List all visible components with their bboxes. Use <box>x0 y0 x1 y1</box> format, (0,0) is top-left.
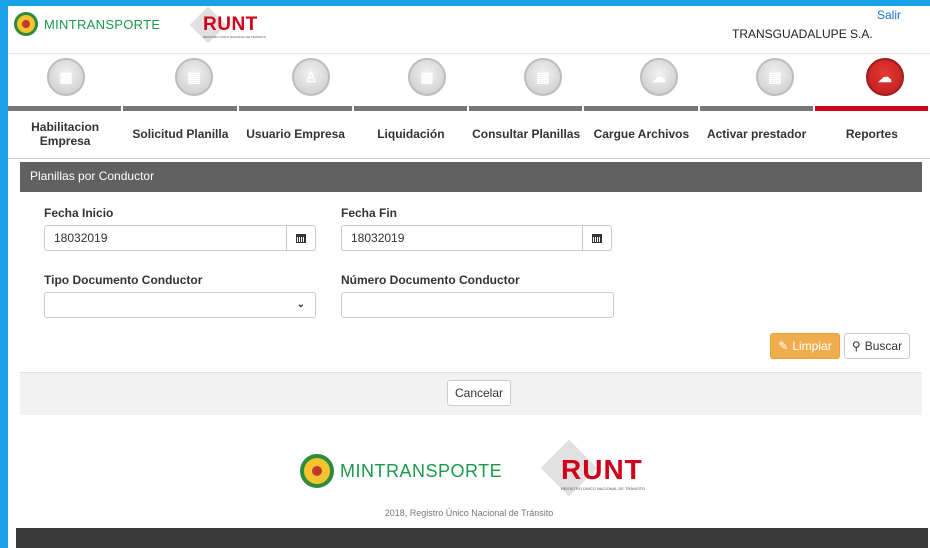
mintransporte-logo: MINTRANSPORTE <box>14 12 160 36</box>
fecha-fin-input[interactable]: 18032019 <box>341 225 586 251</box>
company-name: TRANSGUADALUPE S.A. <box>732 27 873 41</box>
numero-documento-label: Número Documento Conductor <box>341 273 520 287</box>
calculator-icon[interactable]: ▦ <box>408 58 446 96</box>
footer-runt-logo: RUNT REGISTRO ÚNICO NACIONAL DE TRÁNSITO <box>540 439 653 497</box>
runt-logo-text: RUNT <box>203 14 258 35</box>
report-cloud-icon[interactable]: ☁ <box>866 58 904 96</box>
buscar-button[interactable]: ⚲ Buscar <box>844 333 910 359</box>
nav-icon-row: ▦ ▤ ♙ ▦ ▤ ☁ ▤ ☁ <box>8 58 930 104</box>
document-check-icon[interactable]: ▤ <box>756 58 794 96</box>
footer-mintransporte-text: MINTRANSPORTE <box>340 460 503 481</box>
fecha-inicio-calendar-button[interactable] <box>286 225 316 251</box>
user-icon[interactable]: ♙ <box>292 58 330 96</box>
top-header: MINTRANSPORTE RUNT REGISTRO ÚNICO NACION… <box>8 6 930 54</box>
document-search-glyph: ▤ <box>536 68 550 85</box>
document-check-glyph: ▤ <box>768 68 782 85</box>
limpiar-button[interactable]: ✎ Limpiar <box>770 333 840 359</box>
chevron-down-icon: ⌄ <box>296 299 305 310</box>
tab-cargue-archivos[interactable]: Cargue Archivos <box>584 106 700 158</box>
document-icon[interactable]: ▤ <box>175 58 213 96</box>
search-icon: ⚲ <box>851 339 861 353</box>
calendar-icon <box>296 233 306 243</box>
fecha-inicio-label: Fecha Inicio <box>44 206 114 220</box>
runt-logo: RUNT REGISTRO ÚNICO NACIONAL DE TRÁNSITO <box>189 6 267 44</box>
footer-runt-subtitle: REGISTRO ÚNICO NACIONAL DE TRÁNSITO <box>561 486 646 491</box>
tab-liquidacion[interactable]: Liquidación <box>353 106 469 158</box>
document-search-icon[interactable]: ▤ <box>524 58 562 96</box>
bottom-bar <box>16 528 928 548</box>
eraser-icon: ✎ <box>778 339 789 353</box>
fecha-fin-label: Fecha Fin <box>341 206 398 220</box>
tab-usuario-empresa[interactable]: Usuario Empresa <box>238 106 354 158</box>
fecha-fin-calendar-button[interactable] <box>582 225 612 251</box>
fecha-inicio-input[interactable]: 18032019 <box>44 225 290 251</box>
mintransporte-logo-text: MINTRANSPORTE <box>44 16 161 32</box>
tab-activar-prestador[interactable]: Activar prestador <box>699 106 815 158</box>
app-frame: MINTRANSPORTE RUNT REGISTRO ÚNICO NACION… <box>8 6 930 548</box>
numero-documento-input[interactable] <box>341 292 614 318</box>
tab-habilitacion-empresa[interactable]: Habilitacion Empresa <box>8 106 124 158</box>
building-icon[interactable]: ▦ <box>47 58 85 96</box>
user-glyph: ♙ <box>304 68 318 85</box>
footer-mintransporte-logo: MINTRANSPORTE <box>300 454 502 488</box>
tipo-documento-label: Tipo Documento Conductor <box>44 273 203 287</box>
tab-reportes[interactable]: Reportes <box>814 106 930 158</box>
tab-solicitud-planilla[interactable]: Solicitud Planilla <box>123 106 239 158</box>
report-cloud-glyph: ☁ <box>878 68 892 85</box>
document-glyph: ▤ <box>187 68 201 85</box>
building-glyph: ▦ <box>59 68 73 85</box>
logout-link[interactable]: Salir <box>877 8 901 22</box>
tab-consultar-planillas[interactable]: Consultar Planillas <box>469 106 585 158</box>
buscar-label: Buscar <box>864 339 903 353</box>
copyright-text: 2018, Registro Único Nacional de Tránsit… <box>384 508 554 518</box>
cloud-upload-icon[interactable]: ☁ <box>640 58 678 96</box>
calculator-glyph: ▦ <box>420 68 434 85</box>
main-tabs: Habilitacion Empresa Solicitud Planilla … <box>8 106 930 159</box>
cloud-upload-glyph: ☁ <box>652 68 666 85</box>
calendar-icon <box>592 233 602 243</box>
cancelar-button[interactable]: Cancelar <box>447 380 511 406</box>
colombia-seal-icon <box>300 454 334 488</box>
panel-title: Planillas por Conductor <box>20 162 922 192</box>
runt-logo-subtitle: REGISTRO ÚNICO NACIONAL DE TRÁNSITO <box>203 35 267 39</box>
colombia-seal-icon <box>14 12 38 36</box>
limpiar-label: Limpiar <box>792 339 832 353</box>
tipo-documento-select[interactable]: ⌄ <box>44 292 316 318</box>
footer-runt-text: RUNT <box>561 454 643 485</box>
